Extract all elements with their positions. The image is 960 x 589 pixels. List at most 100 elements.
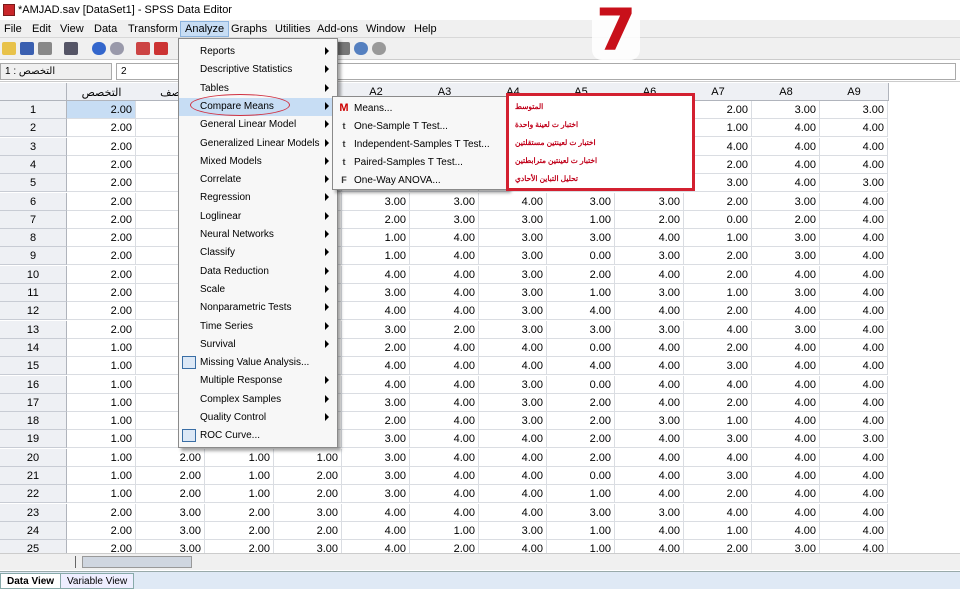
- grid-cell[interactable]: 3.00: [752, 247, 820, 266]
- menu-help[interactable]: Help: [414, 23, 437, 35]
- grid-cell[interactable]: 4.00: [479, 540, 547, 553]
- grid-cell[interactable]: 4.00: [820, 247, 888, 266]
- grid-cell[interactable]: 4.00: [820, 467, 888, 485]
- grid-cell[interactable]: 3.00: [136, 540, 205, 553]
- analyze-item-data-reduction[interactable]: Data Reduction: [179, 263, 337, 281]
- grid-cell[interactable]: 4.00: [410, 265, 479, 284]
- row-header[interactable]: 23: [0, 503, 67, 522]
- grid-cell[interactable]: 4.00: [820, 521, 888, 540]
- dialog-recall-icon[interactable]: [64, 42, 78, 55]
- grid-cell[interactable]: 2.00: [205, 503, 274, 522]
- grid-cell[interactable]: 3.00: [615, 284, 684, 302]
- grid-cell[interactable]: 1.00: [547, 284, 615, 302]
- redo-icon[interactable]: [110, 42, 124, 55]
- grid-cell[interactable]: 3.00: [479, 247, 547, 266]
- grid-cell[interactable]: 3.00: [342, 320, 410, 339]
- row-header[interactable]: 9: [0, 247, 67, 266]
- grid-cell[interactable]: 2.00: [67, 521, 136, 540]
- grid-cell[interactable]: 2.00: [136, 448, 205, 467]
- grid-cell[interactable]: 4.00: [615, 375, 684, 394]
- grid-cell[interactable]: 2.00: [67, 192, 136, 211]
- row-header[interactable]: 11: [0, 284, 67, 302]
- grid-cell[interactable]: 3.00: [820, 101, 888, 119]
- row-header[interactable]: 17: [0, 393, 67, 412]
- analyze-item-generalized-linear-models[interactable]: Generalized Linear Models: [179, 135, 337, 153]
- analyze-item-classify[interactable]: Classify: [179, 244, 337, 262]
- grid-cell[interactable]: 3.00: [752, 101, 820, 119]
- grid-cell[interactable]: 1.00: [205, 467, 274, 485]
- grid-cell[interactable]: 2.00: [547, 265, 615, 284]
- grid-cell[interactable]: 1.00: [67, 467, 136, 485]
- grid-cell[interactable]: 4.00: [410, 503, 479, 522]
- grid-cell[interactable]: 1.00: [67, 430, 136, 449]
- grid-cell[interactable]: 1.00: [67, 412, 136, 431]
- grid-cell[interactable]: 3.00: [342, 485, 410, 504]
- grid-cell[interactable]: 4.00: [615, 448, 684, 467]
- grid-cell[interactable]: 3.00: [752, 229, 820, 248]
- grid-cell[interactable]: 2.00: [547, 430, 615, 449]
- grid-cell[interactable]: 4.00: [820, 375, 888, 394]
- grid-cell[interactable]: 1.00: [547, 210, 615, 229]
- grid-cell[interactable]: 4.00: [684, 448, 752, 467]
- submenu-item[interactable]: t One-Sample T Test...: [333, 117, 507, 135]
- analyze-item-loglinear[interactable]: Loglinear: [179, 208, 337, 226]
- grid-cell[interactable]: 2.00: [410, 540, 479, 553]
- grid-cell[interactable]: 3.00: [342, 467, 410, 485]
- grid-cell[interactable]: 4.00: [410, 247, 479, 266]
- column-header[interactable]: A8: [752, 83, 821, 101]
- analyze-item-correlate[interactable]: Correlate: [179, 171, 337, 189]
- grid-cell[interactable]: 1.00: [684, 284, 752, 302]
- grid-cell[interactable]: 4.00: [410, 412, 479, 431]
- grid-cell[interactable]: 4.00: [752, 137, 820, 156]
- grid-cell[interactable]: 3.00: [342, 448, 410, 467]
- grid-cell[interactable]: 3.00: [479, 302, 547, 321]
- grid-cell[interactable]: 4.00: [752, 467, 820, 485]
- grid-cell[interactable]: 3.00: [342, 430, 410, 449]
- submenu-item[interactable]: t Independent-Samples T Test...: [333, 135, 507, 153]
- grid-cell[interactable]: 4.00: [615, 229, 684, 248]
- grid-cell[interactable]: 1.00: [67, 485, 136, 504]
- grid-cell[interactable]: 4.00: [820, 119, 888, 138]
- grid-cell[interactable]: 4.00: [479, 448, 547, 467]
- grid-cell[interactable]: 4.00: [342, 265, 410, 284]
- grid-cell[interactable]: 4.00: [410, 430, 479, 449]
- grid-cell[interactable]: 2.00: [274, 521, 342, 540]
- grid-cell[interactable]: 2.00: [547, 448, 615, 467]
- analyze-item-time-series[interactable]: Time Series: [179, 318, 337, 336]
- grid-cell[interactable]: 1.00: [67, 393, 136, 412]
- row-header[interactable]: 21: [0, 467, 67, 485]
- save-icon[interactable]: [20, 42, 34, 55]
- grid-cell[interactable]: 4.00: [820, 338, 888, 357]
- grid-cell[interactable]: 2.00: [67, 540, 136, 553]
- grid-cell[interactable]: 2.00: [684, 393, 752, 412]
- menu-graphs[interactable]: Graphs: [231, 23, 267, 35]
- scroll-left-icon[interactable]: [68, 556, 76, 568]
- tab-variable-view[interactable]: Variable View: [60, 573, 135, 589]
- grid-cell[interactable]: 4.00: [615, 540, 684, 553]
- grid-cell[interactable]: 0.00: [547, 247, 615, 266]
- grid-cell[interactable]: 4.00: [752, 302, 820, 321]
- grid-cell[interactable]: 4.00: [410, 375, 479, 394]
- grid-cell[interactable]: 4.00: [479, 430, 547, 449]
- grid-cell[interactable]: 4.00: [752, 448, 820, 467]
- grid-cell[interactable]: 4.00: [752, 265, 820, 284]
- value-labels-icon[interactable]: [336, 42, 350, 55]
- goto-case-icon[interactable]: [136, 42, 150, 55]
- grid-cell[interactable]: 3.00: [479, 210, 547, 229]
- grid-cell[interactable]: 4.00: [615, 430, 684, 449]
- grid-cell[interactable]: 1.00: [342, 247, 410, 266]
- grid-cell[interactable]: 2.00: [684, 247, 752, 266]
- grid-cell[interactable]: 4.00: [820, 229, 888, 248]
- grid-cell[interactable]: 3.00: [820, 174, 888, 193]
- grid-cell[interactable]: 3.00: [547, 229, 615, 248]
- grid-cell[interactable]: 2.00: [67, 229, 136, 248]
- row-header[interactable]: 12: [0, 302, 67, 321]
- grid-cell[interactable]: 2.00: [684, 485, 752, 504]
- row-header[interactable]: 15: [0, 357, 67, 376]
- grid-cell[interactable]: 4.00: [479, 503, 547, 522]
- grid-cell[interactable]: 3.00: [342, 192, 410, 211]
- column-header[interactable]: التخصص: [67, 83, 137, 101]
- row-header[interactable]: 5: [0, 174, 67, 193]
- grid-cell[interactable]: 4.00: [752, 155, 820, 174]
- grid-cell[interactable]: 2.00: [67, 210, 136, 229]
